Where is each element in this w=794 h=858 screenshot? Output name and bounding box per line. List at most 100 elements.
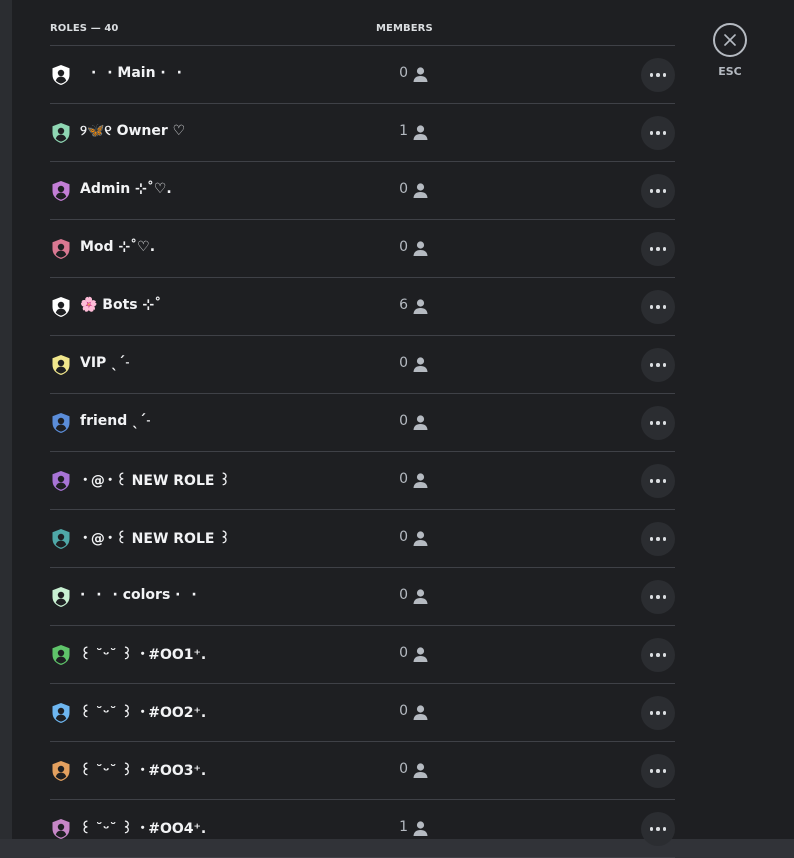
dot-icon bbox=[649, 537, 654, 541]
role-shield-icon bbox=[52, 529, 70, 549]
dot-icon bbox=[656, 305, 660, 309]
roles-column-header: ROLES — 40 bbox=[50, 23, 119, 34]
dot-icon bbox=[656, 363, 660, 367]
role-row[interactable]: ꒰ ˘ᵕ˘ ꒱ ・#OO3⁺. 0 bbox=[50, 742, 675, 800]
dot-icon bbox=[656, 73, 660, 77]
dot-icon bbox=[656, 769, 660, 773]
more-options-button[interactable] bbox=[641, 348, 675, 382]
role-row[interactable]: ꒰ ˘ᵕ˘ ꒱ ・#OO4⁺. 1 bbox=[50, 800, 675, 858]
dot-icon bbox=[662, 537, 667, 541]
dot-icon bbox=[649, 827, 654, 831]
role-name: ·⠀·⠀· colors ·⠀· bbox=[80, 587, 197, 603]
dot-icon bbox=[649, 595, 654, 599]
dot-icon bbox=[656, 479, 660, 483]
dot-icon bbox=[649, 247, 654, 251]
member-count: 1 bbox=[399, 123, 408, 139]
member-count: 0 bbox=[399, 65, 408, 81]
member-icon bbox=[413, 415, 428, 430]
role-shield-icon bbox=[52, 239, 70, 259]
dot-icon bbox=[649, 73, 654, 77]
dot-icon bbox=[649, 189, 654, 193]
role-shield-icon bbox=[52, 65, 70, 85]
dot-icon bbox=[656, 711, 660, 715]
member-count: 0 bbox=[399, 703, 408, 719]
more-options-button[interactable] bbox=[641, 406, 675, 440]
member-count: 0 bbox=[399, 471, 408, 487]
more-options-button[interactable] bbox=[641, 290, 675, 324]
role-shield-icon bbox=[52, 587, 70, 607]
role-row[interactable]: ୨🦋୧ Owner ♡ 1 bbox=[50, 104, 675, 162]
role-name: VIP ˎˊ˗ bbox=[80, 355, 130, 371]
role-row[interactable]: ⠀·⠀· Main ·⠀· 0 bbox=[50, 46, 675, 104]
member-icon bbox=[413, 473, 428, 488]
more-options-button[interactable] bbox=[641, 116, 675, 150]
member-count: 0 bbox=[399, 239, 408, 255]
role-row[interactable]: friend ˎˊ˗ 0 bbox=[50, 394, 675, 452]
member-icon bbox=[413, 705, 428, 720]
dot-icon bbox=[662, 595, 667, 599]
dot-icon bbox=[662, 305, 667, 309]
role-row[interactable]: ・@・꒰ NEW ROLE ꒱ 0 bbox=[50, 510, 675, 568]
dot-icon bbox=[662, 131, 667, 135]
dot-icon bbox=[662, 363, 667, 367]
member-icon bbox=[413, 647, 428, 662]
role-row[interactable]: 🌸 Bots ⊹˚ 6 bbox=[50, 278, 675, 336]
role-name: Admin ⊹˚♡. bbox=[80, 181, 172, 197]
more-options-button[interactable] bbox=[641, 464, 675, 498]
more-options-button[interactable] bbox=[641, 174, 675, 208]
dot-icon bbox=[662, 653, 667, 657]
more-options-button[interactable] bbox=[641, 696, 675, 730]
role-name: ୨🦋୧ Owner ♡ bbox=[80, 123, 186, 139]
more-options-button[interactable] bbox=[641, 58, 675, 92]
role-row[interactable]: ꒰ ˘ᵕ˘ ꒱ ・#OO1⁺. 0 bbox=[50, 626, 675, 684]
more-options-button[interactable] bbox=[641, 522, 675, 556]
role-shield-icon bbox=[52, 819, 70, 839]
member-count: 0 bbox=[399, 413, 408, 429]
role-row[interactable]: Admin ⊹˚♡. 0 bbox=[50, 162, 675, 220]
member-count: 0 bbox=[399, 181, 408, 197]
more-options-button[interactable] bbox=[641, 638, 675, 672]
member-icon bbox=[413, 531, 428, 546]
role-name: ⠀·⠀· Main ·⠀· bbox=[80, 65, 182, 81]
member-count: 0 bbox=[399, 355, 408, 371]
role-name: ꒰ ˘ᵕ˘ ꒱ ・#OO4⁺. bbox=[80, 821, 207, 837]
role-name: ꒰ ˘ᵕ˘ ꒱ ・#OO1⁺. bbox=[80, 647, 207, 663]
role-shield-icon bbox=[52, 471, 70, 491]
close-button[interactable] bbox=[713, 23, 747, 57]
more-options-button[interactable] bbox=[641, 812, 675, 846]
role-shield-icon bbox=[52, 355, 70, 375]
member-icon bbox=[413, 763, 428, 778]
role-name: ꒰ ˘ᵕ˘ ꒱ ・#OO2⁺. bbox=[80, 705, 207, 721]
role-name: Mod ⊹˚♡. bbox=[80, 239, 156, 255]
more-options-button[interactable] bbox=[641, 580, 675, 614]
role-shield-icon bbox=[52, 645, 70, 665]
dot-icon bbox=[662, 827, 667, 831]
roles-table-header: ROLES — 40 MEMBERS bbox=[50, 23, 675, 46]
member-count: 0 bbox=[399, 529, 408, 545]
role-shield-icon bbox=[52, 413, 70, 433]
member-icon bbox=[413, 821, 428, 836]
role-row[interactable]: VIP ˎˊ˗ 0 bbox=[50, 336, 675, 394]
dot-icon bbox=[649, 421, 654, 425]
dot-icon bbox=[662, 247, 667, 251]
role-name: ꒰ ˘ᵕ˘ ꒱ ・#OO3⁺. bbox=[80, 763, 207, 779]
dot-icon bbox=[649, 131, 654, 135]
dot-icon bbox=[662, 421, 667, 425]
role-shield-icon bbox=[52, 297, 70, 317]
role-row[interactable]: ·⠀·⠀· colors ·⠀· 0 bbox=[50, 568, 675, 626]
dot-icon bbox=[662, 769, 667, 773]
role-row[interactable]: ꒰ ˘ᵕ˘ ꒱ ・#OO2⁺. 0 bbox=[50, 684, 675, 742]
member-count: 1 bbox=[399, 819, 408, 835]
more-options-button[interactable] bbox=[641, 232, 675, 266]
role-shield-icon bbox=[52, 181, 70, 201]
dot-icon bbox=[662, 189, 667, 193]
dot-icon bbox=[649, 363, 654, 367]
more-options-button[interactable] bbox=[641, 754, 675, 788]
dot-icon bbox=[649, 769, 654, 773]
member-icon bbox=[413, 125, 428, 140]
role-row[interactable]: Mod ⊹˚♡. 0 bbox=[50, 220, 675, 278]
role-row[interactable]: ・@・꒰ NEW ROLE ꒱ 0 bbox=[50, 452, 675, 510]
dot-icon bbox=[656, 247, 660, 251]
dot-icon bbox=[656, 421, 660, 425]
dot-icon bbox=[656, 595, 660, 599]
